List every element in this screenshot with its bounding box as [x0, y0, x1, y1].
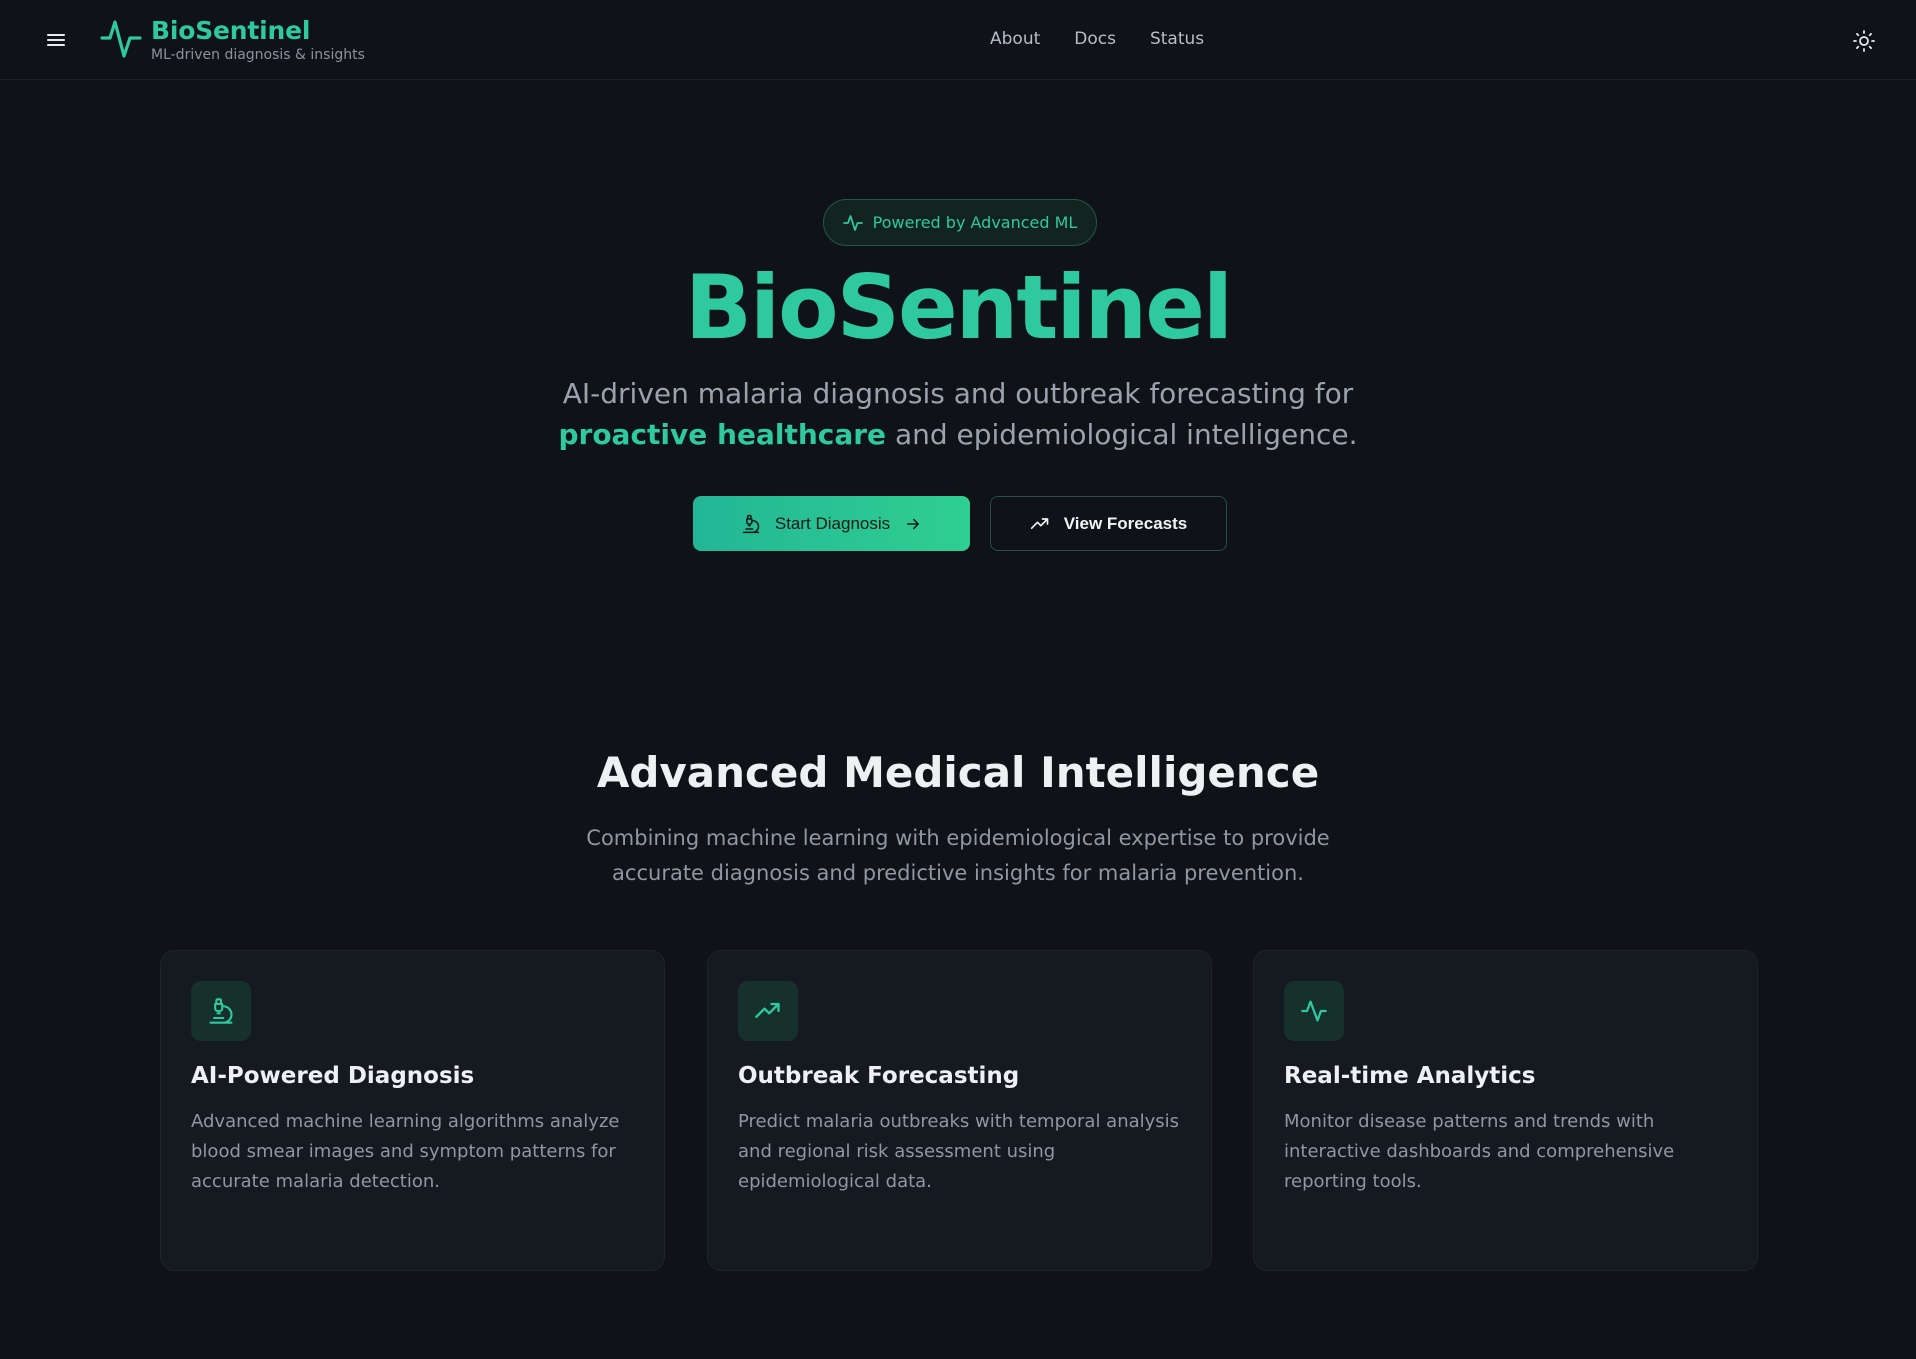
activity-pulse-icon[interactable] — [100, 18, 142, 60]
view-forecasts-label: View Forecasts — [1063, 513, 1188, 533]
hero-subtitle-text-end: and epidemiological intelligence. — [886, 418, 1358, 451]
feature-icon-box — [738, 981, 798, 1041]
view-forecasts-button[interactable]: View Forecasts — [990, 496, 1227, 551]
trending-up-icon — [755, 1002, 780, 1018]
hamburger-menu-icon — [47, 34, 65, 46]
feature-card-forecasting[interactable]: Outbreak Forecasting Predict malaria out… — [707, 950, 1212, 1271]
feature-card-diagnosis[interactable]: AI-Powered Diagnosis Advanced machine le… — [160, 950, 665, 1271]
hero-subtitle-highlight: proactive healthcare — [558, 418, 887, 451]
hero-subtitle: AI-driven malaria diagnosis and outbreak… — [498, 373, 1418, 455]
nav-link-docs[interactable]: Docs — [1074, 29, 1116, 53]
feature-card-title: AI-Powered Diagnosis — [191, 1063, 475, 1089]
features-subtitle: Combining machine learning with epidemio… — [586, 826, 1330, 885]
nav-link-about[interactable]: About — [990, 29, 1040, 53]
nav-link-status[interactable]: Status — [1150, 29, 1204, 53]
feature-card-title: Real-time Analytics — [1284, 1063, 1536, 1089]
feature-card-description: Predict malaria outbreaks with temporal … — [738, 1111, 1180, 1192]
feature-icon-box — [191, 981, 251, 1041]
activity-pulse-icon — [1301, 1000, 1327, 1022]
feature-icon-box — [1284, 981, 1344, 1041]
arrow-right-icon — [907, 518, 920, 529]
theme-toggle-button[interactable] — [1852, 29, 1876, 53]
activity-pulse-icon — [842, 214, 863, 231]
microscope-icon — [742, 514, 760, 533]
sun-icon — [1853, 30, 1875, 52]
feature-card-analytics[interactable]: Real-time Analytics Monitor disease patt… — [1253, 950, 1758, 1271]
hero-subtitle-text: AI-driven malaria diagnosis and outbreak… — [562, 377, 1354, 410]
feature-card-description: Advanced machine learning algorithms ana… — [191, 1111, 620, 1192]
start-diagnosis-label: Start Diagnosis — [774, 513, 891, 533]
brand-name[interactable]: BioSentinel — [151, 16, 310, 45]
trending-up-icon — [1030, 517, 1049, 529]
top-navbar: BioSentinel ML-driven diagnosis & insigh… — [0, 0, 1916, 80]
main-nav: About Docs Status — [990, 29, 1204, 53]
microscope-icon — [209, 998, 233, 1024]
hero-badge-label: Powered by Advanced ML — [872, 213, 1078, 232]
hero-title: BioSentinel — [684, 256, 1233, 359]
feature-card-title: Outbreak Forecasting — [738, 1063, 1020, 1089]
start-diagnosis-button[interactable]: Start Diagnosis — [693, 496, 970, 551]
hamburger-menu-button[interactable] — [42, 28, 70, 52]
feature-card-description: Monitor disease patterns and trends with… — [1284, 1111, 1675, 1192]
brand-tagline: ML-driven diagnosis & insights — [151, 47, 365, 63]
features-title: Advanced Medical Intelligence — [596, 748, 1320, 797]
hero-badge: Powered by Advanced ML — [823, 199, 1097, 246]
